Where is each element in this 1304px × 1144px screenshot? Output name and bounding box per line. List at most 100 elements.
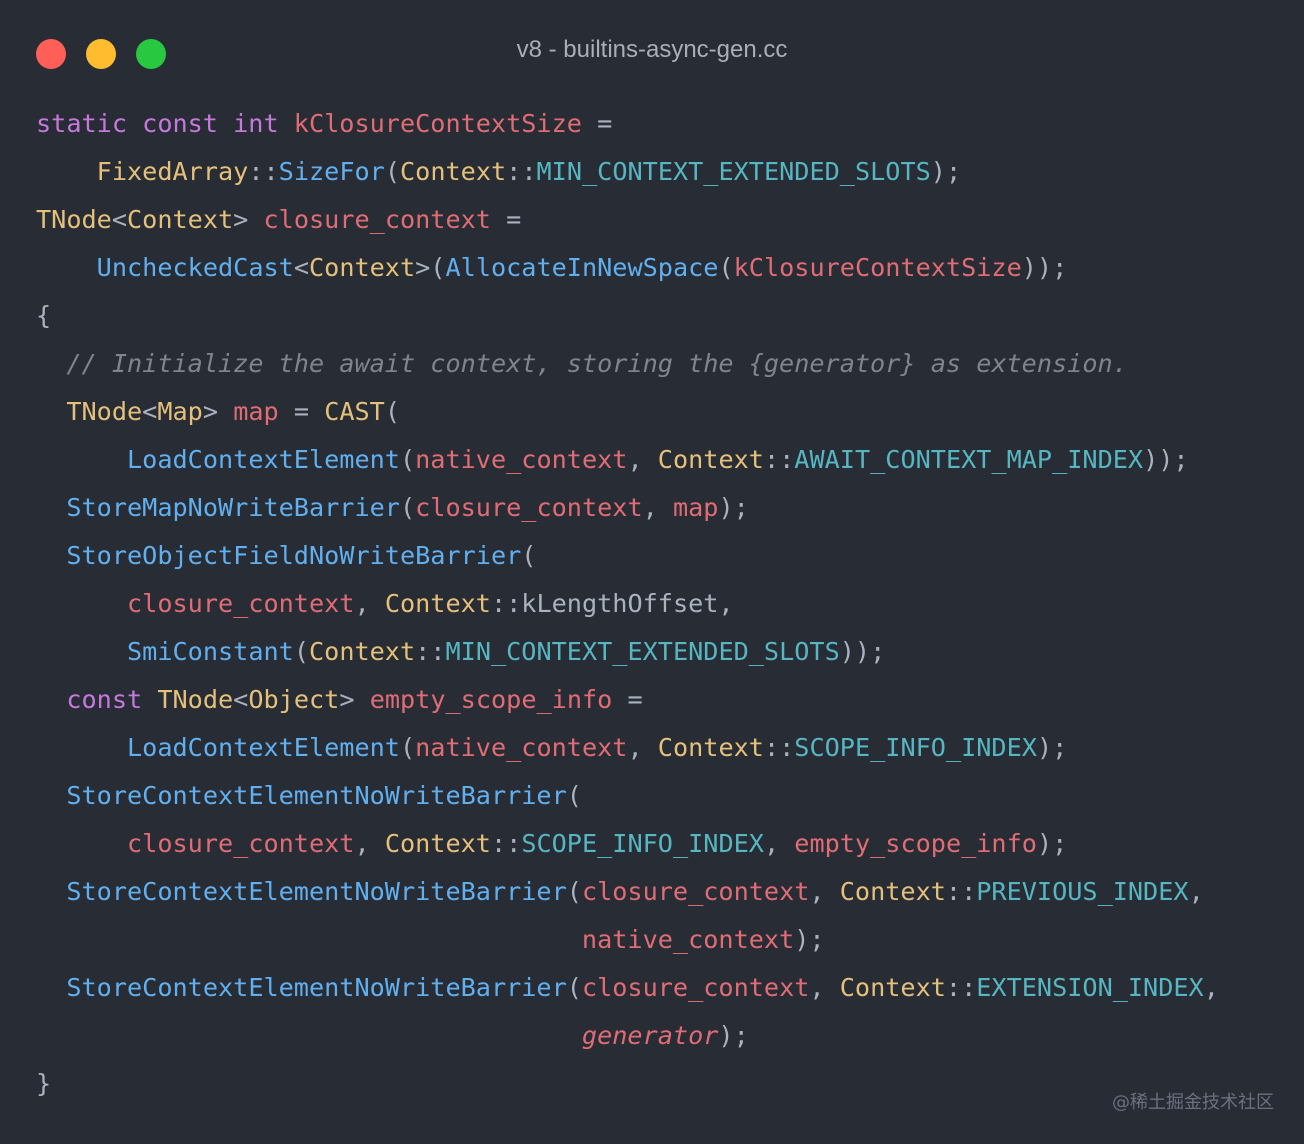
code-token: ::kLengthOffset,: [490, 589, 734, 618]
code-token: generator: [581, 1021, 719, 1050]
code-line: // Initialize the await context, storing…: [36, 340, 1219, 388]
code-token: kClosureContextSize: [733, 253, 1022, 282]
code-token: SizeFor: [278, 157, 385, 186]
code-line: StoreContextElementNoWriteBarrier(: [36, 772, 1219, 820]
code-token: ::: [945, 973, 977, 1002]
code-token: ::: [763, 733, 795, 762]
code-line: const TNode<Object> empty_scope_info =: [36, 676, 1219, 724]
code-token: Context: [400, 157, 507, 186]
code-token: (: [718, 253, 734, 282]
code-token: (: [399, 445, 416, 474]
code-token: native_context: [581, 925, 795, 954]
code-line: LoadContextElement(native_context, Conte…: [36, 724, 1219, 772]
code-token: ::: [415, 637, 446, 666]
code-token: kClosureContextSize: [293, 109, 582, 138]
code-token: FixedArray: [96, 157, 249, 186]
title-bar: v8 - builtins-async-gen.cc: [0, 0, 1304, 100]
watermark: @稀土掘金技术社区: [1112, 1092, 1274, 1113]
code-token: );: [930, 157, 962, 186]
code-token: closure_context: [581, 877, 810, 906]
code-token: );: [718, 493, 749, 522]
code-token: StoreContextElementNoWriteBarrier: [66, 973, 567, 1002]
code-token: ));: [1021, 253, 1068, 282]
code-line: generator);: [36, 1012, 1219, 1060]
code-token: (: [399, 733, 416, 762]
code-token: ,: [642, 493, 673, 522]
code-token: Context: [308, 637, 416, 666]
code-token: ,: [627, 445, 658, 474]
code-token: ::: [763, 445, 795, 474]
code-token: CAST: [324, 397, 385, 426]
code-line: SmiConstant(Context::MIN_CONTEXT_EXTENDE…: [36, 628, 1219, 676]
code-line: FixedArray::SizeFor(Context::MIN_CONTEXT…: [36, 148, 1219, 196]
code-line: StoreMapNoWriteBarrier(closure_context, …: [36, 484, 1219, 532]
code-token: TNode: [66, 397, 143, 426]
code-token: (: [384, 397, 401, 426]
code-token: closure_context: [127, 829, 355, 858]
window-title: v8 - builtins-async-gen.cc: [516, 36, 788, 63]
code-token: empty_scope_info: [794, 829, 1037, 858]
code-token: // Initialize the await context, storing…: [66, 349, 1128, 378]
code-token: UncheckedCast: [96, 253, 294, 282]
code-token: closure_context: [127, 589, 355, 618]
code-line: TNode<Context> closure_context =: [36, 196, 1219, 244]
code-token: map: [672, 493, 719, 522]
code-token: AllocateInNewSpace: [445, 253, 719, 282]
code-token: LoadContextElement: [127, 445, 400, 474]
code-token: );: [1036, 829, 1068, 858]
code-token: );: [1036, 733, 1068, 762]
code-token: (: [293, 637, 309, 666]
code-token: ::: [490, 829, 522, 858]
code-token: <: [293, 253, 309, 282]
code-line: UncheckedCast<Context>(AllocateInNewSpac…: [36, 244, 1219, 292]
code-token: closure_context: [415, 493, 643, 522]
code-token: <: [111, 205, 127, 234]
code-token: StoreMapNoWriteBarrier: [66, 493, 400, 522]
code-token: ,: [627, 733, 658, 762]
code-token: ::: [506, 157, 537, 186]
code-token: PREVIOUS_INDEX: [976, 877, 1189, 906]
code-token: Context: [657, 445, 764, 474]
code-token: empty_scope_info: [369, 685, 613, 714]
code-token: <: [233, 685, 249, 714]
code-token: TNode: [157, 685, 234, 714]
code-line: closure_context, Context::SCOPE_INFO_IND…: [36, 820, 1219, 868]
code-token: TNode: [36, 205, 112, 234]
code-line: {: [36, 292, 1219, 340]
code-line: TNode<Map> map = CAST(: [36, 388, 1219, 436]
code-token: Context: [384, 829, 491, 858]
code-line: LoadContextElement(native_context, Conte…: [36, 436, 1219, 484]
code-token: ,: [763, 829, 795, 858]
code-line: StoreContextElementNoWriteBarrier(closur…: [36, 868, 1219, 916]
code-token: (: [566, 877, 582, 906]
code-line: StoreObjectFieldNoWriteBarrier(: [36, 532, 1219, 580]
code-token: >: [339, 685, 370, 714]
code-token: ::: [945, 877, 977, 906]
code-token: ));: [1143, 445, 1189, 474]
code-token: Context: [127, 205, 234, 234]
code-token: StoreObjectFieldNoWriteBarrier: [66, 541, 522, 570]
code-token: SCOPE_INFO_INDEX: [794, 733, 1037, 762]
code-token: EXTENSION_INDEX: [976, 973, 1204, 1002]
code-token: (: [384, 157, 400, 186]
code-token: >: [233, 205, 264, 234]
code-token: ));: [839, 637, 886, 666]
code-token: ,: [354, 829, 385, 858]
code-token: >: [202, 397, 234, 426]
code-token: static const int: [36, 109, 294, 138]
code-token: StoreContextElementNoWriteBarrier: [66, 781, 567, 810]
code-token: (: [566, 973, 582, 1002]
code-token: StoreContextElementNoWriteBarrier: [66, 877, 567, 906]
code-token: Context: [384, 589, 491, 618]
code-token: Map: [157, 397, 203, 426]
code-token: SCOPE_INFO_INDEX: [521, 829, 764, 858]
